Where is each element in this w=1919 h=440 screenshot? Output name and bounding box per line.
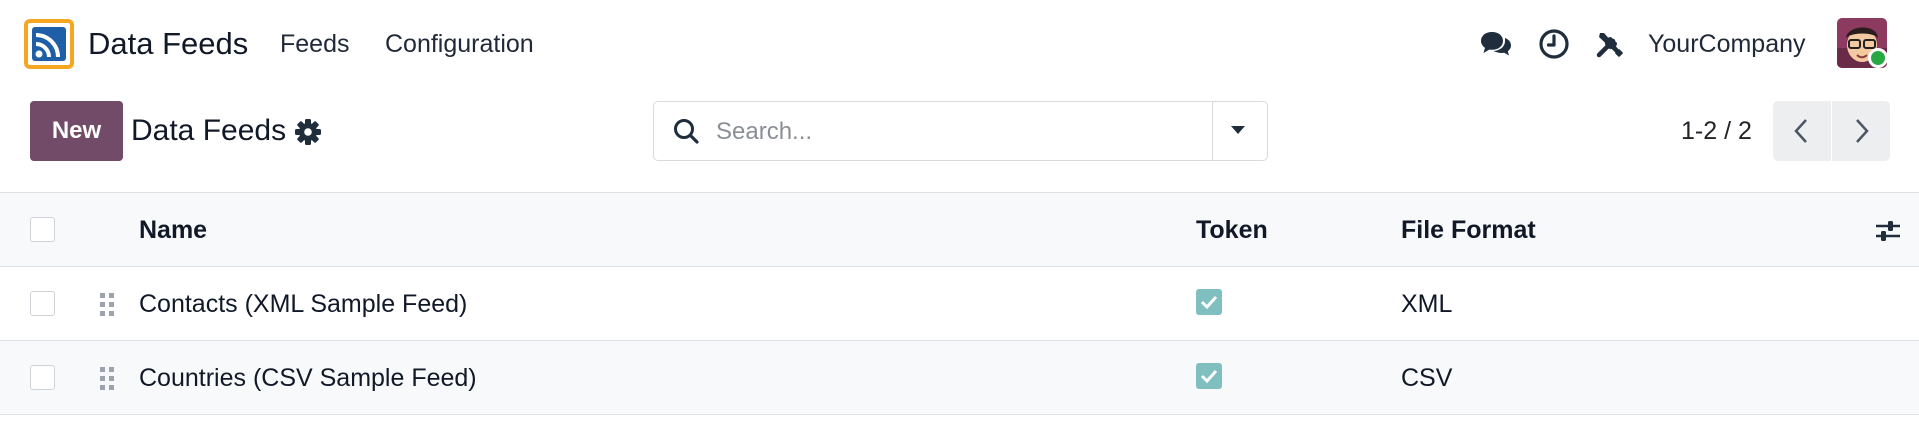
table-row[interactable]: Contacts (XML Sample Feed) XML	[0, 267, 1919, 341]
table-header: Name Token File Format	[0, 192, 1919, 267]
list-view: Name Token File Format Contacts (XML Sam…	[0, 192, 1919, 415]
cell-name[interactable]: Countries (CSV Sample Feed)	[139, 363, 477, 393]
menu-item-feeds[interactable]: Feeds	[280, 28, 349, 60]
control-panel: New Data Feeds 1-2 / 2	[0, 88, 1919, 192]
optional-columns-icon[interactable]	[1874, 217, 1902, 245]
tools-icon[interactable]	[1592, 26, 1628, 62]
search-input[interactable]	[714, 112, 1258, 152]
app-name[interactable]: Data Feeds	[88, 24, 248, 64]
rss-feed-icon[interactable]	[24, 19, 74, 69]
search-filter-toggle[interactable]	[1212, 102, 1267, 160]
column-header-token[interactable]: Token	[1196, 215, 1268, 245]
company-switcher[interactable]: YourCompany	[1648, 28, 1806, 60]
select-all-checkbox[interactable]	[30, 217, 55, 242]
presence-status-dot	[1868, 48, 1888, 68]
clock-icon[interactable]	[1536, 26, 1572, 62]
pager-value[interactable]: 1-2 / 2	[1681, 111, 1752, 151]
column-header-file-format[interactable]: File Format	[1401, 215, 1536, 245]
search-icon	[674, 119, 699, 144]
new-button[interactable]: New	[30, 101, 123, 161]
cell-name[interactable]: Contacts (XML Sample Feed)	[139, 289, 467, 319]
search-bar	[653, 101, 1268, 161]
drag-handle-icon[interactable]	[99, 365, 115, 393]
token-checkbox	[1196, 289, 1222, 315]
chat-icon[interactable]	[1478, 26, 1514, 62]
breadcrumb-title: Data Feeds	[131, 114, 287, 147]
row-checkbox[interactable]	[30, 365, 55, 390]
gear-icon[interactable]	[294, 118, 322, 146]
pager-next-button[interactable]	[1832, 101, 1890, 161]
chevron-right-icon	[1856, 119, 1869, 143]
pager-previous-button[interactable]	[1773, 101, 1831, 161]
checkmark-icon	[1200, 369, 1218, 384]
token-checkbox	[1196, 363, 1222, 389]
cell-file-format[interactable]: XML	[1401, 289, 1452, 319]
cell-file-format[interactable]: CSV	[1401, 363, 1452, 393]
column-header-name[interactable]: Name	[139, 215, 207, 245]
menu-item-configuration[interactable]: Configuration	[385, 28, 534, 60]
chevron-left-icon	[1794, 119, 1807, 143]
table-row[interactable]: Countries (CSV Sample Feed) CSV	[0, 341, 1919, 415]
checkmark-icon	[1200, 295, 1218, 310]
caret-down-icon	[1231, 126, 1245, 134]
drag-handle-icon[interactable]	[99, 291, 115, 319]
navbar: Data Feeds Feeds Configuration YourCompa…	[0, 0, 1919, 88]
row-checkbox[interactable]	[30, 291, 55, 316]
